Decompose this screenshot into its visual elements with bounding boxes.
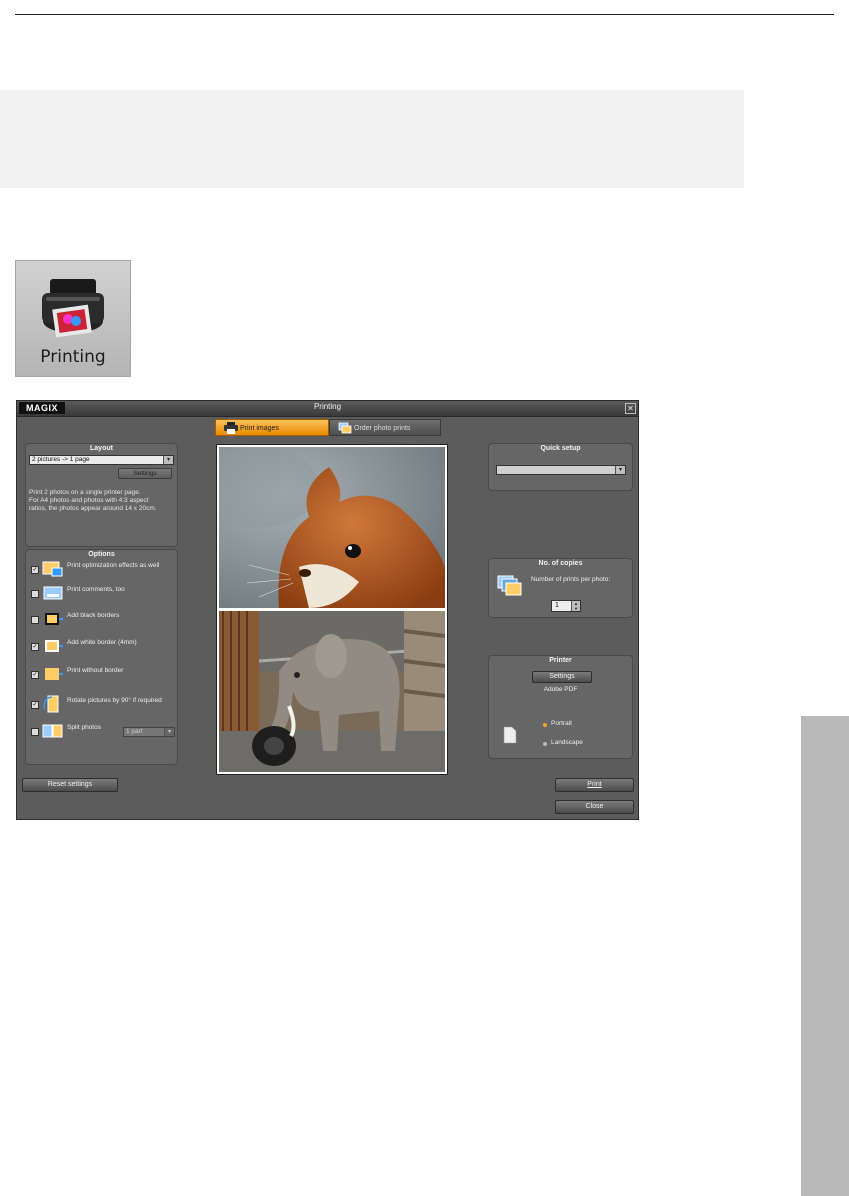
options-title: Options	[88, 551, 115, 558]
photo-stack-icon	[338, 422, 352, 434]
stepper-arrows-icon[interactable]: ▲ ▼	[571, 601, 580, 611]
printer-panel: Printer Settings Adobe PDF Portrait Land…	[488, 655, 633, 759]
checkbox[interactable]	[31, 590, 39, 598]
radio-dot	[543, 742, 547, 746]
printer-settings-button[interactable]: Settings	[532, 671, 592, 683]
printing-dialog: MAGIX Printing ✕ Print images Order phot…	[16, 400, 639, 820]
squirrel-photo	[219, 447, 445, 608]
quick-setup-select[interactable]: ▾	[496, 465, 626, 475]
title-bar: MAGIX Printing ✕	[17, 401, 638, 417]
copies-label: Number of prints per photo:	[531, 576, 611, 583]
reset-settings-button[interactable]: Reset settings	[22, 778, 118, 792]
chevron-down-icon: ▾	[163, 456, 173, 464]
option-print-comments[interactable]: Print comments, too	[29, 582, 189, 606]
printer-name: Adobe PDF	[543, 686, 578, 693]
close-icon[interactable]: ✕	[625, 403, 636, 414]
layout-select[interactable]: 2 pictures -> 1 page ▾	[29, 455, 174, 465]
tab-order-photo-prints[interactable]: Order photo prints	[329, 419, 441, 436]
rotate-icon	[43, 695, 59, 713]
option-print-optimization[interactable]: ✓ Print optimization effects as well	[29, 558, 189, 582]
quick-setup-panel: Quick setup ▾	[488, 443, 633, 491]
checkbox[interactable]: ✓	[31, 643, 39, 651]
note-band	[0, 90, 744, 188]
checkbox[interactable]: ✓	[31, 566, 39, 574]
printer-icon	[42, 279, 104, 338]
layout-settings-button: Settings	[118, 468, 172, 479]
checkbox[interactable]: ✓	[31, 701, 39, 709]
copies-title: No. of copies	[538, 560, 583, 567]
checkbox[interactable]	[31, 728, 39, 736]
copies-panel: No. of copies Number of prints per photo…	[488, 558, 633, 618]
printing-toolbar-button[interactable]: Printing	[15, 260, 131, 377]
photo-comment-icon	[43, 586, 63, 600]
black-border-icon	[45, 613, 63, 625]
chevron-down-icon: ▾	[615, 466, 625, 474]
split-icon	[42, 724, 63, 738]
printer-title: Printer	[549, 657, 572, 664]
option-black-borders[interactable]: Add black borders	[29, 608, 189, 632]
photo-effects-icon	[42, 561, 63, 577]
page-portrait-icon	[503, 726, 517, 744]
white-border-icon	[45, 640, 63, 652]
page-top-rule	[15, 14, 834, 15]
print-button[interactable]: Print	[555, 778, 634, 792]
radio-dot-selected	[543, 723, 547, 727]
split-parts-select[interactable]: 1 part ▾	[123, 727, 175, 737]
checkbox[interactable]	[31, 616, 39, 624]
radio-portrait[interactable]: Portrait	[543, 720, 613, 730]
close-button[interactable]: Close	[555, 800, 634, 814]
chevron-down-icon: ▾	[164, 728, 174, 736]
option-white-border[interactable]: ✓ Add white border (4mm)	[29, 635, 189, 659]
printer-tab-icon	[224, 422, 238, 434]
option-without-border[interactable]: ✓ Print without border	[29, 663, 189, 687]
layout-title: Layout	[90, 445, 113, 452]
dialog-title: Printing	[313, 402, 342, 411]
elephant-photo	[219, 611, 445, 772]
quick-setup-title: Quick setup	[540, 445, 581, 452]
print-preview	[216, 444, 448, 775]
photo-stack-icon	[497, 575, 522, 596]
radio-landscape[interactable]: Landscape	[543, 739, 613, 749]
printing-label: Printing	[40, 347, 106, 367]
option-rotate-pictures[interactable]: ✓ Rotate pictures by 90° if required	[29, 693, 189, 717]
no-border-icon	[45, 668, 63, 680]
tab-print-images[interactable]: Print images	[215, 419, 329, 436]
checkbox[interactable]: ✓	[31, 671, 39, 679]
layout-description: Print 2 photos on a single printer page.…	[29, 489, 157, 512]
copies-stepper[interactable]: 1 ▲ ▼	[551, 600, 581, 612]
chapter-side-tab	[801, 716, 849, 1196]
